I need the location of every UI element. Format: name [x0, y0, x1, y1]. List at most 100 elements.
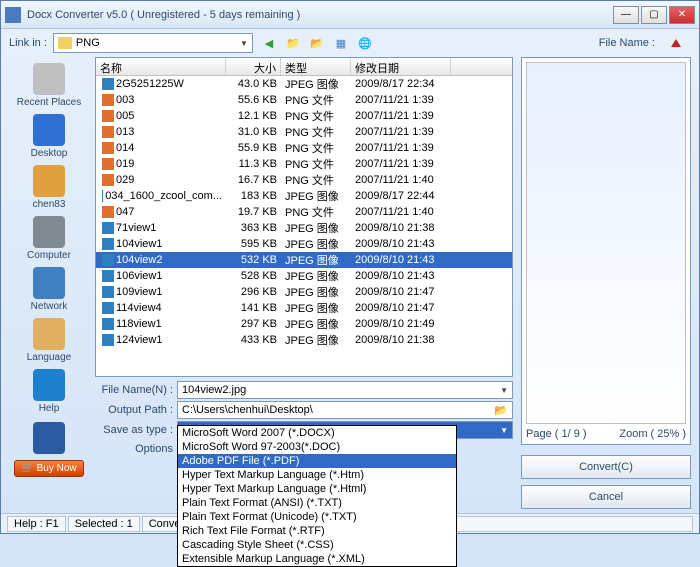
col-size[interactable]: 大小	[226, 58, 281, 75]
sidebar-item[interactable]: Computer	[9, 214, 89, 263]
file-icon	[102, 110, 114, 122]
file-date: 2009/8/17 22:34	[351, 76, 451, 92]
close-button[interactable]: ✕	[669, 6, 695, 24]
sidebar-label: Computer	[27, 250, 71, 261]
window-title: Docx Converter v5.0 ( Unregistered - 5 d…	[27, 9, 613, 21]
chevron-down-icon: ▼	[240, 39, 248, 48]
preview-image	[526, 62, 686, 424]
linkin-dropdown[interactable]: PNG ▼	[53, 33, 253, 53]
saveas-option[interactable]: Extensible Markup Language (*.XML)	[178, 552, 456, 566]
file-name: 014	[116, 142, 134, 154]
filename-label: File Name(N) :	[95, 384, 173, 396]
file-name: 71view1	[116, 222, 156, 234]
place-icon	[33, 114, 65, 146]
saveas-option[interactable]: Plain Text Format (ANSI) (*.TXT)	[178, 496, 456, 510]
view-icon[interactable]: ▦	[331, 33, 351, 53]
status-help: Help : F1	[7, 516, 66, 532]
status-selected: Selected : 1	[68, 516, 140, 532]
file-size: 532 KB	[226, 252, 281, 268]
sidebar-label: chen83	[33, 199, 66, 210]
saveas-option[interactable]: MicroSoft Word 2007 (*.DOCX)	[178, 426, 456, 440]
file-size: 528 KB	[226, 268, 281, 284]
saveas-option[interactable]: MicroSoft Word 97-2003(*.DOC)	[178, 440, 456, 454]
sidebar-item[interactable]: chen83	[9, 163, 89, 212]
place-icon	[33, 369, 65, 401]
saveas-option[interactable]: Adobe PDF File (*.PDF)	[178, 454, 456, 468]
sidebar-item[interactable]: Desktop	[9, 112, 89, 161]
file-name: 104view2	[116, 254, 162, 266]
word-icon[interactable]	[33, 422, 65, 454]
new-folder-icon[interactable]: 📂	[307, 33, 327, 53]
col-name[interactable]: 名称	[96, 58, 226, 75]
file-date: 2009/8/10 21:47	[351, 300, 451, 316]
output-path-input[interactable]: C:\Users\chenhui\Desktop\ 📂	[177, 401, 513, 419]
file-icon	[102, 222, 114, 234]
file-name: 047	[116, 206, 134, 218]
file-name: 104view1	[116, 238, 162, 250]
cancel-button[interactable]: Cancel	[521, 485, 691, 509]
saveas-option[interactable]: Plain Text Format (Unicode) (*.TXT)	[178, 510, 456, 524]
globe-icon[interactable]: 🌐	[355, 33, 375, 53]
file-size: 183 KB	[226, 188, 281, 204]
linkin-label: Link in :	[9, 37, 47, 49]
preview-panel: Page ( 1/ 9 ) Zoom ( 25% )	[521, 57, 691, 445]
file-icon	[102, 78, 114, 90]
file-date: 2009/8/10 21:38	[351, 220, 451, 236]
file-date: 2007/11/21 1:40	[351, 172, 451, 188]
file-name: 118view1	[116, 318, 162, 330]
saveas-option[interactable]: Rich Text File Format (*.RTF)	[178, 524, 456, 538]
browse-icon[interactable]: 📂	[494, 404, 508, 417]
file-list[interactable]: 名称 大小 类型 修改日期 2G5251225W43.0 KBJPEG 图像20…	[95, 57, 513, 377]
place-icon	[33, 267, 65, 299]
saveas-option[interactable]: Hyper Text Markup Language (*.Html)	[178, 482, 456, 496]
file-date: 2007/11/21 1:39	[351, 108, 451, 124]
file-date: 2007/11/21 1:40	[351, 204, 451, 220]
maximize-button[interactable]: ▢	[641, 6, 667, 24]
file-date: 2007/11/21 1:39	[351, 140, 451, 156]
file-date: 2007/11/21 1:39	[351, 156, 451, 172]
file-size: 433 KB	[226, 332, 281, 348]
file-size: 31.0 KB	[226, 124, 281, 140]
place-icon	[33, 63, 65, 95]
file-size: 19.7 KB	[226, 204, 281, 220]
chevron-down-icon: ▼	[500, 426, 508, 435]
file-size: 43.0 KB	[226, 76, 281, 92]
file-date: 2009/8/17 22:44	[351, 188, 451, 204]
file-name: 005	[116, 110, 134, 122]
file-date: 2009/8/10 21:43	[351, 236, 451, 252]
convert-button[interactable]: Convert(C)	[521, 455, 691, 479]
file-size: 297 KB	[226, 316, 281, 332]
col-date[interactable]: 修改日期	[351, 58, 451, 75]
buy-now-button[interactable]: 🛒 Buy Now	[14, 460, 83, 477]
place-icon	[33, 165, 65, 197]
folder-icon	[58, 37, 72, 49]
triangle-up-icon[interactable]	[671, 39, 681, 47]
file-name: 124view1	[116, 334, 162, 346]
file-icon	[102, 94, 114, 106]
file-row[interactable]: 124view1433 KBJPEG 图像2009/8/10 21:38	[96, 332, 512, 348]
saveas-option[interactable]: Cascading Style Sheet (*.CSS)	[178, 538, 456, 552]
sidebar-item[interactable]: Help	[9, 367, 89, 416]
sidebar-item[interactable]: Network	[9, 265, 89, 314]
back-icon[interactable]: ◀	[259, 33, 279, 53]
page-indicator: Page ( 1/ 9 )	[526, 428, 587, 440]
file-icon	[102, 174, 114, 186]
file-name: 109view1	[116, 286, 162, 298]
titlebar: Docx Converter v5.0 ( Unregistered - 5 d…	[1, 1, 699, 29]
filename-input[interactable]: 104view2.jpg ▼	[177, 381, 513, 399]
sidebar-label: Recent Places	[17, 97, 81, 108]
minimize-button[interactable]: —	[613, 6, 639, 24]
file-size: 595 KB	[226, 236, 281, 252]
file-name: 019	[116, 158, 134, 170]
file-type: JPEG 图像	[281, 330, 351, 350]
saveas-dropdown-list[interactable]: MicroSoft Word 2007 (*.DOCX)MicroSoft Wo…	[177, 425, 457, 567]
sidebar-item[interactable]: Recent Places	[9, 61, 89, 110]
file-date: 2007/11/21 1:39	[351, 124, 451, 140]
file-size: 12.1 KB	[226, 108, 281, 124]
up-icon[interactable]: 📁	[283, 33, 303, 53]
file-name: 003	[116, 94, 134, 106]
file-date: 2009/8/10 21:47	[351, 284, 451, 300]
col-type[interactable]: 类型	[281, 58, 351, 75]
sidebar-item[interactable]: Language	[9, 316, 89, 365]
saveas-option[interactable]: Hyper Text Markup Language (*.Htm)	[178, 468, 456, 482]
